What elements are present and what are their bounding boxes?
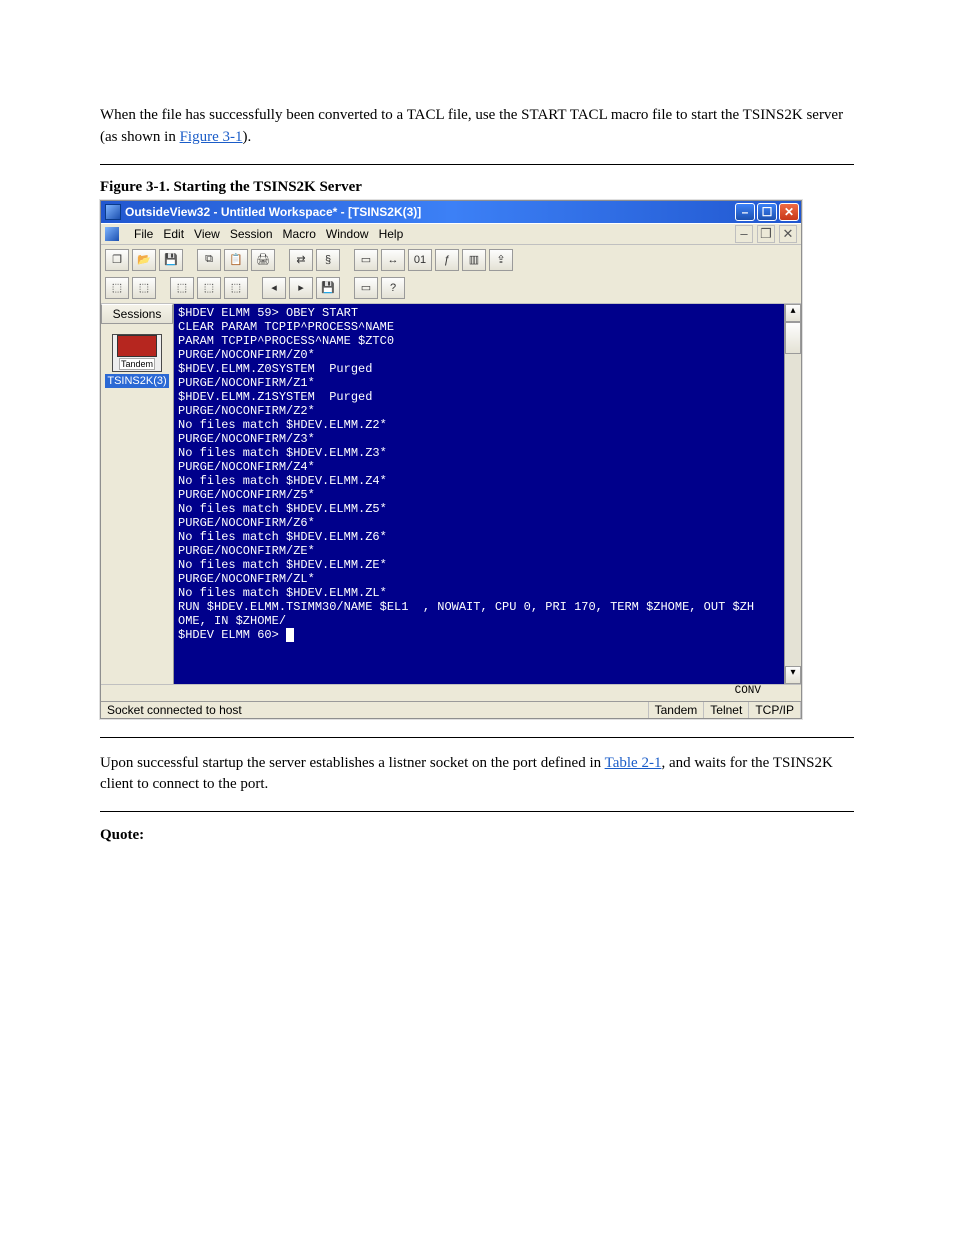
sessions-header[interactable]: Sessions <box>101 304 173 324</box>
paste-icon[interactable]: 📋 <box>224 249 248 271</box>
open-icon[interactable]: 📂 <box>132 249 156 271</box>
send-icon[interactable]: ⇪ <box>489 249 513 271</box>
menu-bar: File Edit View Session Macro Window Help… <box>101 223 801 245</box>
tools-icon[interactable]: ▥ <box>462 249 486 271</box>
rule-before-quote <box>100 811 854 812</box>
menu-macro[interactable]: Macro <box>283 227 316 241</box>
intro-paragraph: When the file has successfully been conv… <box>100 105 854 149</box>
session-name[interactable]: TSINS2K(3) <box>105 374 169 388</box>
session-icon-d[interactable]: ⬚ <box>197 277 221 299</box>
disk-icon[interactable]: 💾 <box>316 277 340 299</box>
window-maximize-button[interactable]: ☐ <box>757 203 777 221</box>
rule-above-figure <box>100 164 854 165</box>
settings-icon[interactable]: § <box>316 249 340 271</box>
nav-left-icon[interactable]: ◂ <box>262 277 286 299</box>
intro-text-tail: ). <box>243 129 252 145</box>
terminal-wrap: $HDEV ELMM 59> OBEY START CLEAR PARAM TC… <box>174 304 801 684</box>
window-minimize-button[interactable]: – <box>735 203 755 221</box>
menu-view[interactable]: View <box>194 227 220 241</box>
toolbar: ❐ 📂 💾 ⧉ 📋 🖨 ⇄ § ▭ ↔ 01 ƒ ▥ ⇪ ⬚ ⬚ ⬚ ⬚ ⬚ ◂… <box>101 245 801 304</box>
new-icon[interactable]: ❐ <box>105 249 129 271</box>
menu-session[interactable]: Session <box>230 227 273 241</box>
menu-window[interactable]: Window <box>326 227 369 241</box>
titlebar[interactable]: OutsideView32 - Untitled Workspace* - [T… <box>101 201 801 223</box>
app-window: OutsideView32 - Untitled Workspace* - [T… <box>100 200 802 719</box>
scrollbar[interactable]: ▴ ▾ <box>784 304 801 684</box>
scroll-up-icon[interactable]: ▴ <box>785 304 801 322</box>
scroll-track[interactable] <box>785 322 801 666</box>
figure-ref-link[interactable]: Figure 3-1 <box>180 129 243 145</box>
terminal-icon <box>117 335 157 357</box>
session-icon-b[interactable]: ⬚ <box>132 277 156 299</box>
mode-indicator: CONV <box>101 684 801 701</box>
nav-right-icon[interactable]: ▸ <box>289 277 313 299</box>
status-protocol: Telnet <box>704 702 749 718</box>
scroll-down-icon[interactable]: ▾ <box>785 666 801 684</box>
session-icon-a[interactable]: ⬚ <box>105 277 129 299</box>
menu-help[interactable]: Help <box>379 227 404 241</box>
window-title: OutsideView32 - Untitled Workspace* - [T… <box>125 205 421 219</box>
document-icon <box>105 227 119 241</box>
cursor <box>286 628 294 642</box>
terminal-view[interactable]: $HDEV ELMM 59> OBEY START CLEAR PARAM TC… <box>174 304 784 684</box>
mdi-close-button[interactable]: ✕ <box>779 225 797 243</box>
function-icon[interactable]: ƒ <box>435 249 459 271</box>
connect-icon[interactable]: ⇄ <box>289 249 313 271</box>
session-icon-e[interactable]: ⬚ <box>224 277 248 299</box>
status-bar: Socket connected to host Tandem Telnet T… <box>101 701 801 718</box>
figure-caption: Figure 3-1. Starting the TSINS2K Server <box>100 179 854 196</box>
rule-under-figure <box>100 737 854 738</box>
figure-number: Figure 3-1. <box>100 179 170 195</box>
menu-edit[interactable]: Edit <box>163 227 184 241</box>
window-icon[interactable]: ▭ <box>354 277 378 299</box>
mdi-restore-button[interactable]: ❐ <box>757 225 775 243</box>
status-network: TCP/IP <box>749 702 801 718</box>
status-terminal-type: Tandem <box>649 702 705 718</box>
screen-icon[interactable]: ▭ <box>354 249 378 271</box>
transfer-icon[interactable]: ↔ <box>381 249 405 271</box>
window-close-button[interactable]: ✕ <box>779 203 799 221</box>
session-icon-label: Tandem <box>119 358 155 370</box>
main-area: Sessions Tandem TSINS2K(3) $HDEV ELMM 59… <box>101 304 801 684</box>
session-thumbnail[interactable]: Tandem <box>112 334 162 372</box>
sessions-pane: Sessions Tandem TSINS2K(3) <box>101 304 174 684</box>
after-paragraph: Upon successful startup the server estab… <box>100 753 854 797</box>
session-icon-c[interactable]: ⬚ <box>170 277 194 299</box>
save-icon[interactable]: 💾 <box>159 249 183 271</box>
mdi-minimize-button[interactable]: – <box>735 225 753 243</box>
mdi-buttons: – ❐ ✕ <box>735 225 797 243</box>
table-ref-link[interactable]: Table 2-1 <box>605 755 662 771</box>
menu-file[interactable]: File <box>134 227 153 241</box>
quote-heading: Quote: <box>100 827 144 843</box>
scroll-thumb[interactable] <box>785 322 801 354</box>
app-icon <box>105 204 121 220</box>
figure-title: Starting the TSINS2K Server <box>173 179 361 195</box>
help-icon[interactable]: ? <box>381 277 405 299</box>
binary-icon[interactable]: 01 <box>408 249 432 271</box>
copy-icon[interactable]: ⧉ <box>197 249 221 271</box>
after-text-pre: Upon successful startup the server estab… <box>100 755 605 771</box>
status-message: Socket connected to host <box>101 702 649 718</box>
print-icon[interactable]: 🖨 <box>251 249 275 271</box>
